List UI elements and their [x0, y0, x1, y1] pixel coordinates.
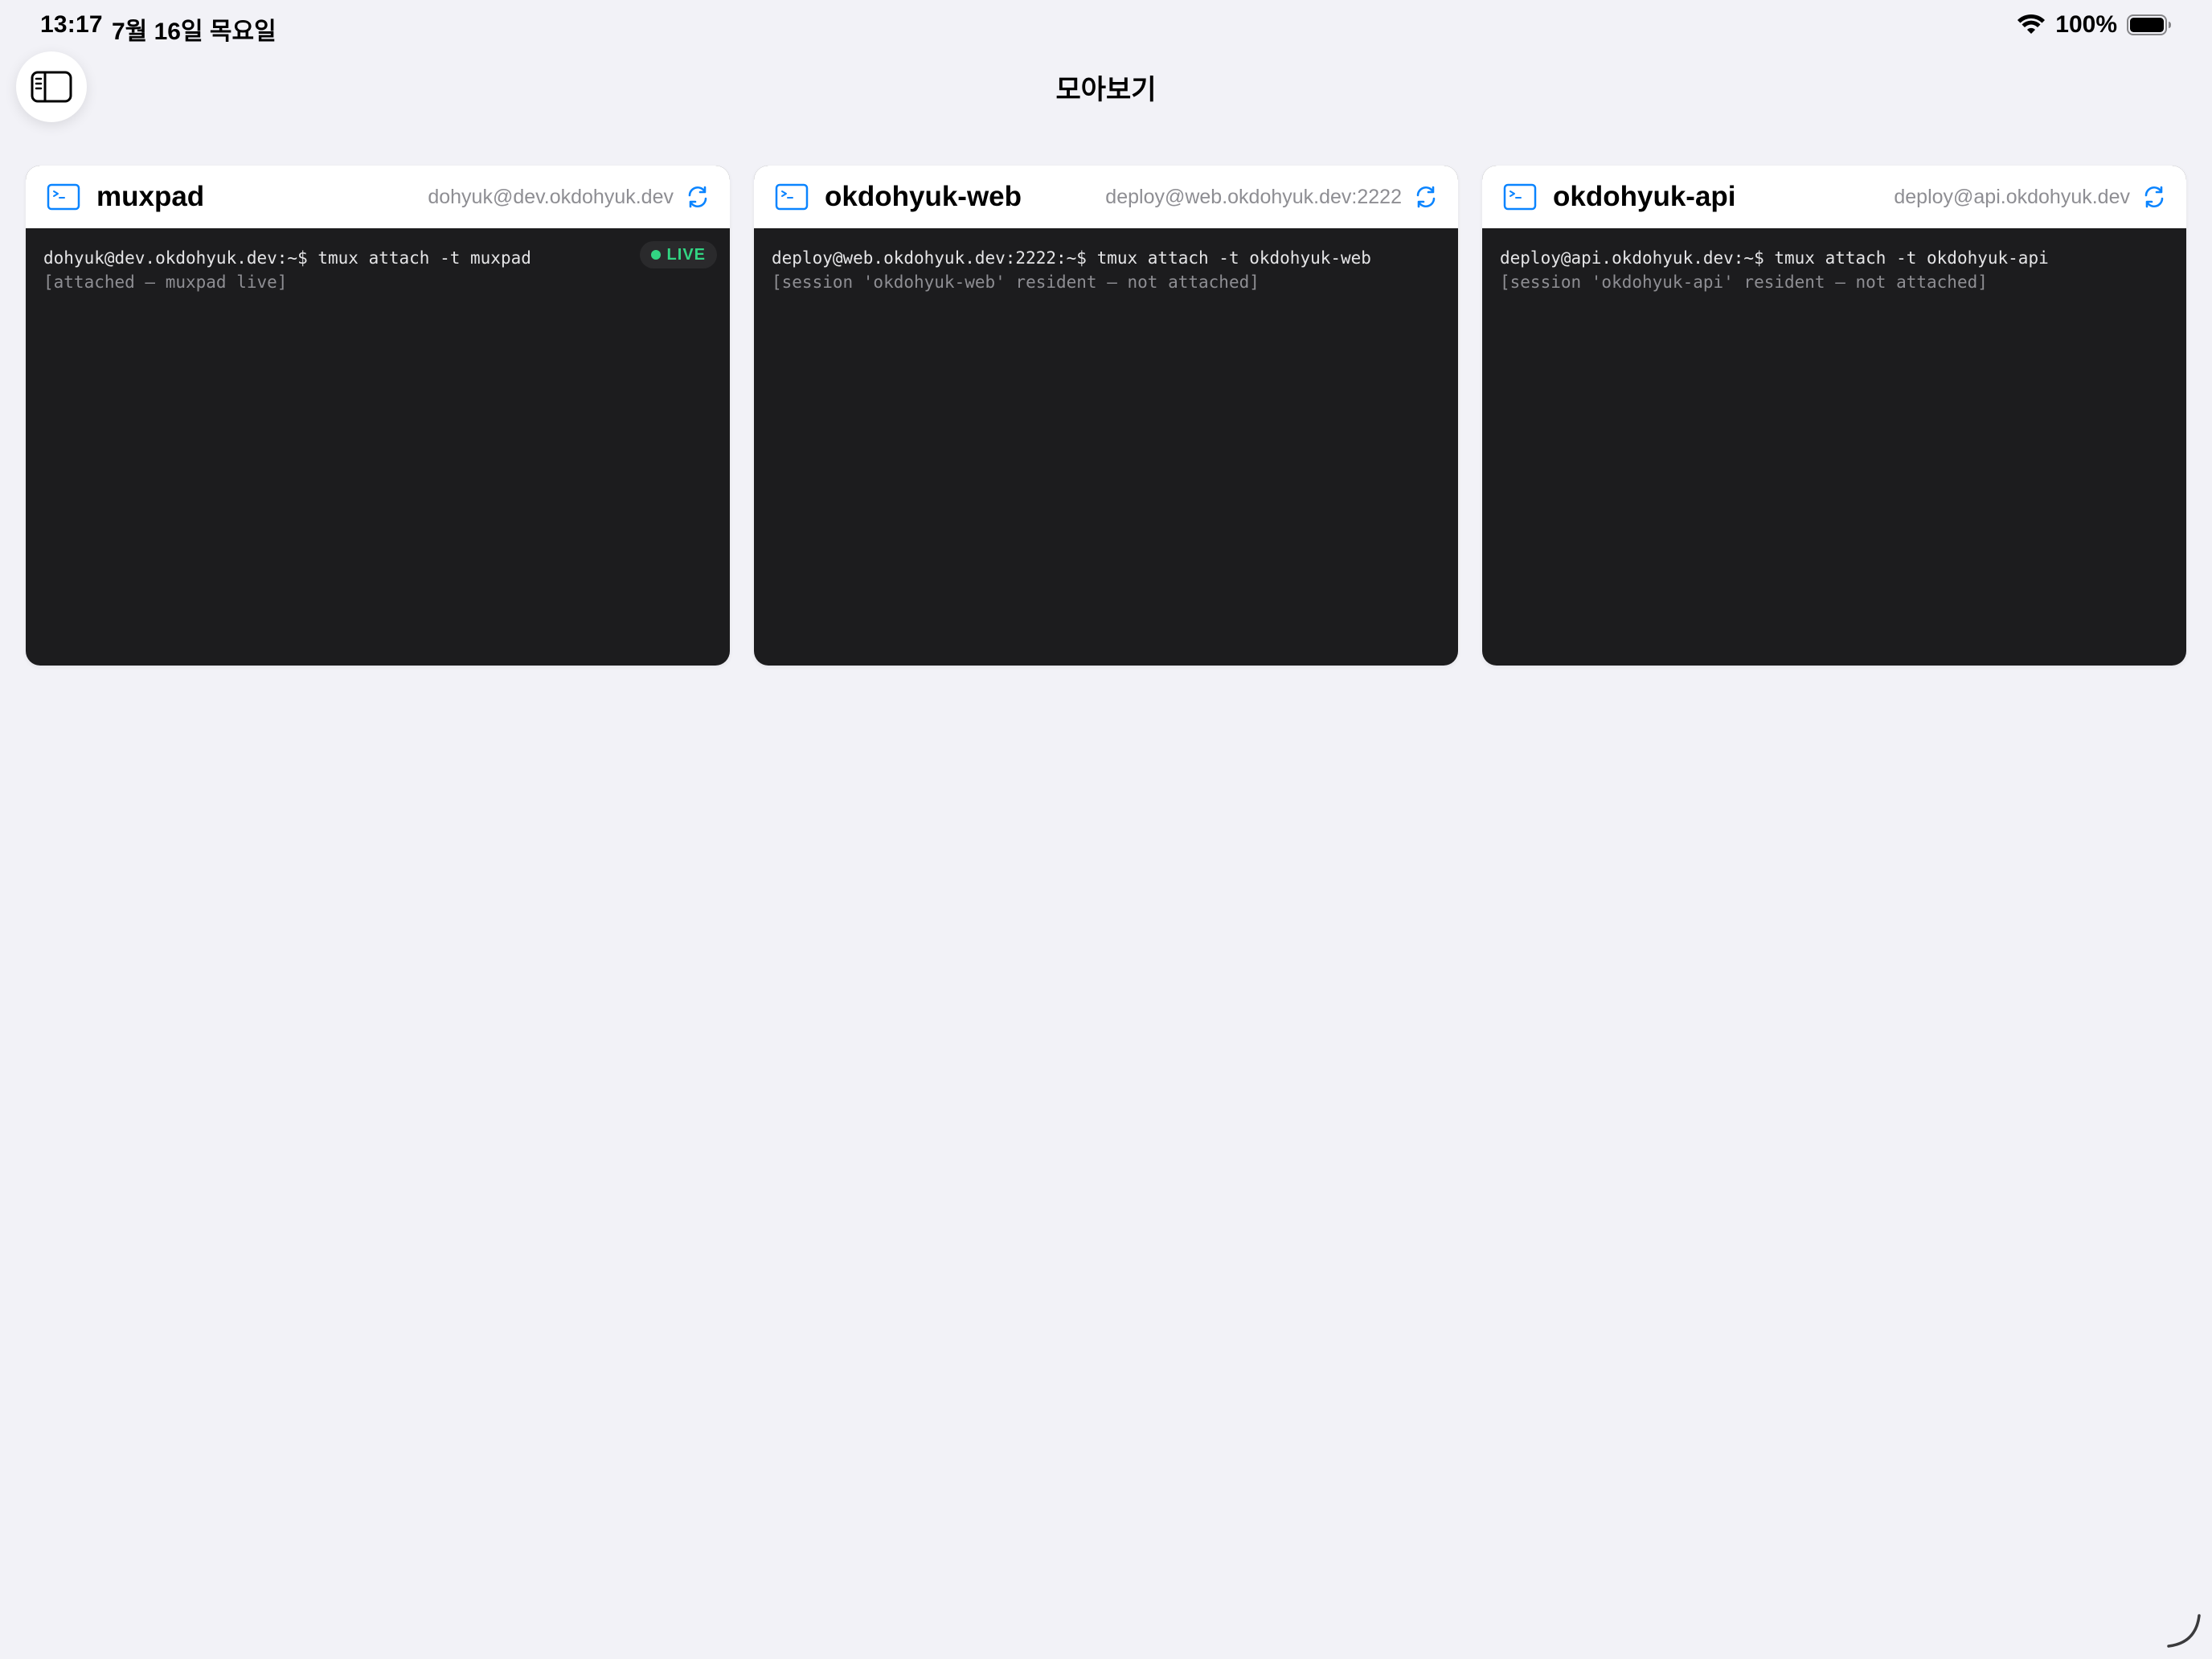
- refresh-icon[interactable]: [2141, 184, 2167, 210]
- wifi-icon: [2017, 14, 2046, 34]
- terminal-icon: [47, 183, 80, 211]
- status-date: 7월 16일 목요일: [112, 18, 276, 45]
- session-card-okdohyuk-api[interactable]: okdohyuk-api deploy@api.okdohyuk.dev dep…: [1482, 166, 2186, 666]
- session-name: okdohyuk-web: [825, 181, 1022, 212]
- session-host: dohyuk@dev.okdohyuk.dev: [428, 185, 674, 208]
- card-header: muxpad dohyuk@dev.okdohyuk.dev: [26, 166, 730, 228]
- status-time: 13:17: [40, 11, 103, 38]
- terminal-view[interactable]: dohyuk@dev.okdohyuk.dev:~$ tmux attach -…: [26, 228, 730, 294]
- battery-icon: [2127, 14, 2171, 35]
- resize-handle-icon[interactable]: [2164, 1611, 2204, 1651]
- session-name: okdohyuk-api: [1553, 181, 1736, 212]
- page-title: 모아보기: [1055, 75, 1157, 105]
- terminal-status: [attached — muxpad live]: [43, 272, 288, 292]
- card-header: okdohyuk-web deploy@web.okdohyuk.dev:222…: [754, 166, 1458, 228]
- terminal-icon: [1503, 183, 1537, 211]
- terminal-view[interactable]: deploy@api.okdohyuk.dev:~$ tmux attach -…: [1482, 228, 2186, 294]
- session-card-muxpad[interactable]: muxpad dohyuk@dev.okdohyuk.dev dohyuk@de…: [26, 166, 730, 666]
- live-label: LIVE: [666, 246, 706, 264]
- session-host: deploy@api.okdohyuk.dev: [1894, 185, 2130, 208]
- session-card-okdohyuk-web[interactable]: okdohyuk-web deploy@web.okdohyuk.dev:222…: [754, 166, 1458, 666]
- terminal-command: dohyuk@dev.okdohyuk.dev:~$ tmux attach -…: [43, 248, 531, 268]
- card-header: okdohyuk-api deploy@api.okdohyuk.dev: [1482, 166, 2186, 228]
- session-host: deploy@web.okdohyuk.dev:2222: [1105, 185, 1402, 208]
- live-badge: LIVE: [639, 241, 717, 268]
- terminal-status: [session 'okdohyuk-api' resident — not a…: [1500, 272, 1988, 292]
- refresh-icon[interactable]: [1413, 184, 1439, 210]
- status-bar: 13:17 7월 16일 목요일 100%: [0, 0, 2212, 51]
- live-dot-icon: [650, 250, 661, 260]
- terminal-command: deploy@web.okdohyuk.dev:2222:~$ tmux att…: [772, 248, 1371, 268]
- terminal-status: [session 'okdohyuk-web' resident — not a…: [772, 272, 1260, 292]
- terminal-view[interactable]: deploy@web.okdohyuk.dev:2222:~$ tmux att…: [754, 228, 1458, 294]
- battery-percent: 100%: [2055, 11, 2117, 38]
- terminal-command: deploy@api.okdohyuk.dev:~$ tmux attach -…: [1500, 248, 2049, 268]
- status-right: 100%: [2017, 11, 2172, 39]
- terminal-icon: [775, 183, 809, 211]
- refresh-icon[interactable]: [685, 184, 711, 210]
- session-name: muxpad: [96, 181, 205, 212]
